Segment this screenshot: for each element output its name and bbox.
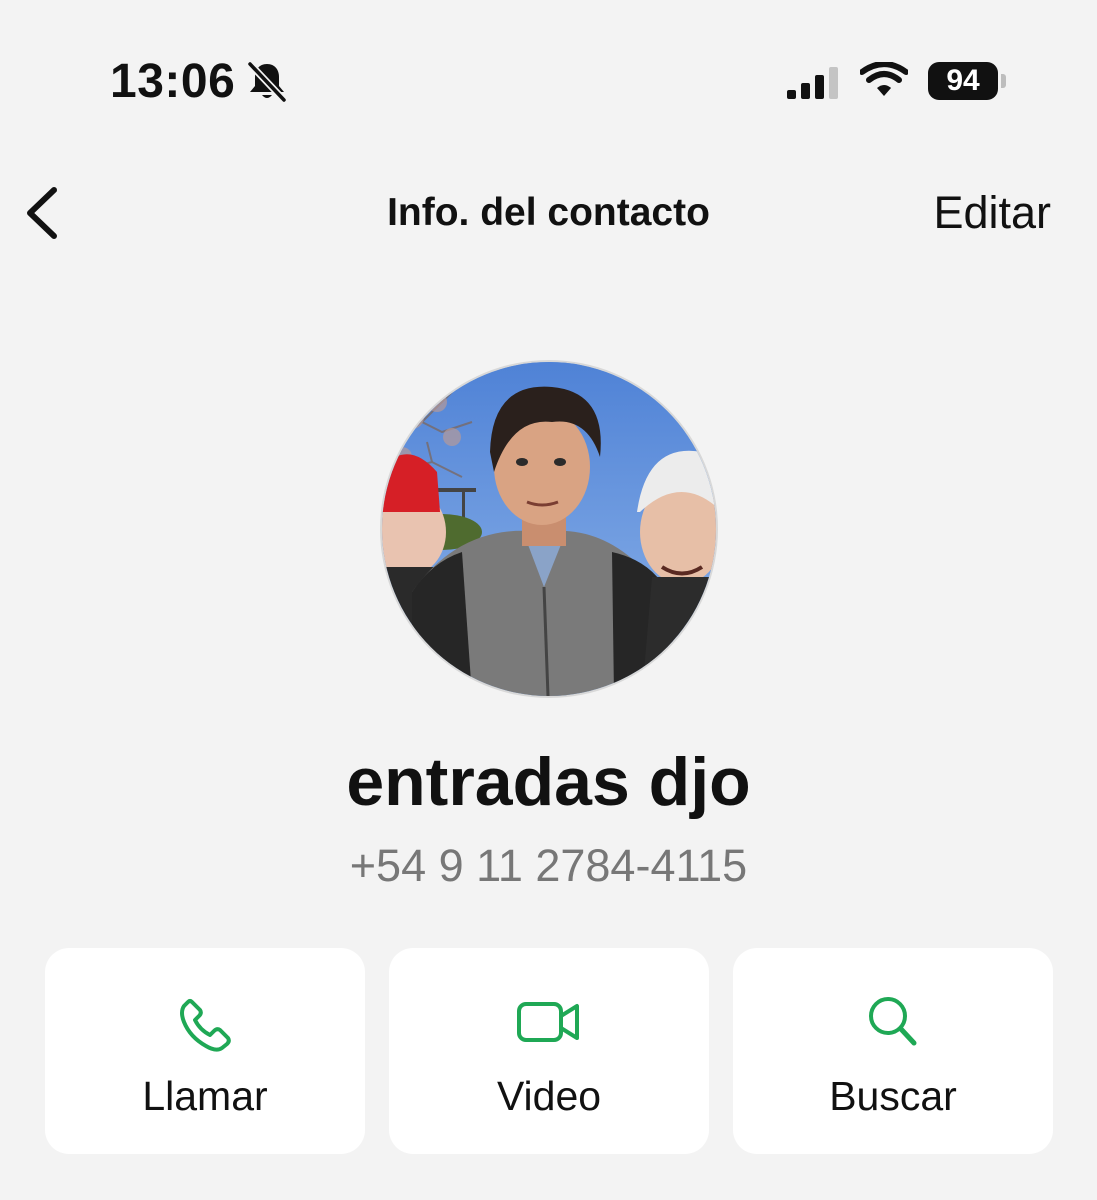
- search-icon: [869, 997, 917, 1046]
- search-button-label: Buscar: [829, 1073, 957, 1119]
- call-button-label: Llamar: [142, 1073, 268, 1119]
- page-title: Info. del contacto: [387, 191, 710, 234]
- contact-name: entradas djo: [346, 744, 751, 820]
- video-button[interactable]: Video: [389, 948, 709, 1154]
- contact-avatar[interactable]: [382, 362, 716, 696]
- contact-phone: +54 9 11 2784-4115: [349, 840, 748, 891]
- video-button-label: Video: [496, 1073, 602, 1119]
- wifi-icon: [859, 61, 909, 100]
- video-camera-icon: [517, 1002, 579, 1042]
- navigation-bar: Info. del contacto Editar: [0, 160, 1097, 270]
- phone-icon: [180, 999, 231, 1052]
- battery-cap: [1001, 74, 1006, 88]
- avatar-photo: [382, 362, 716, 696]
- bell-slash-icon: [246, 60, 288, 104]
- search-button[interactable]: Buscar: [733, 948, 1053, 1154]
- signal-icon: [786, 64, 842, 100]
- action-buttons: Llamar Video Buscar: [45, 948, 1053, 1154]
- status-time: 13:06: [110, 55, 236, 108]
- call-button[interactable]: Llamar: [45, 948, 365, 1154]
- battery-icon: 94: [928, 62, 998, 100]
- edit-button[interactable]: Editar: [933, 188, 1051, 238]
- status-bar: 13:06 94: [0, 0, 1097, 160]
